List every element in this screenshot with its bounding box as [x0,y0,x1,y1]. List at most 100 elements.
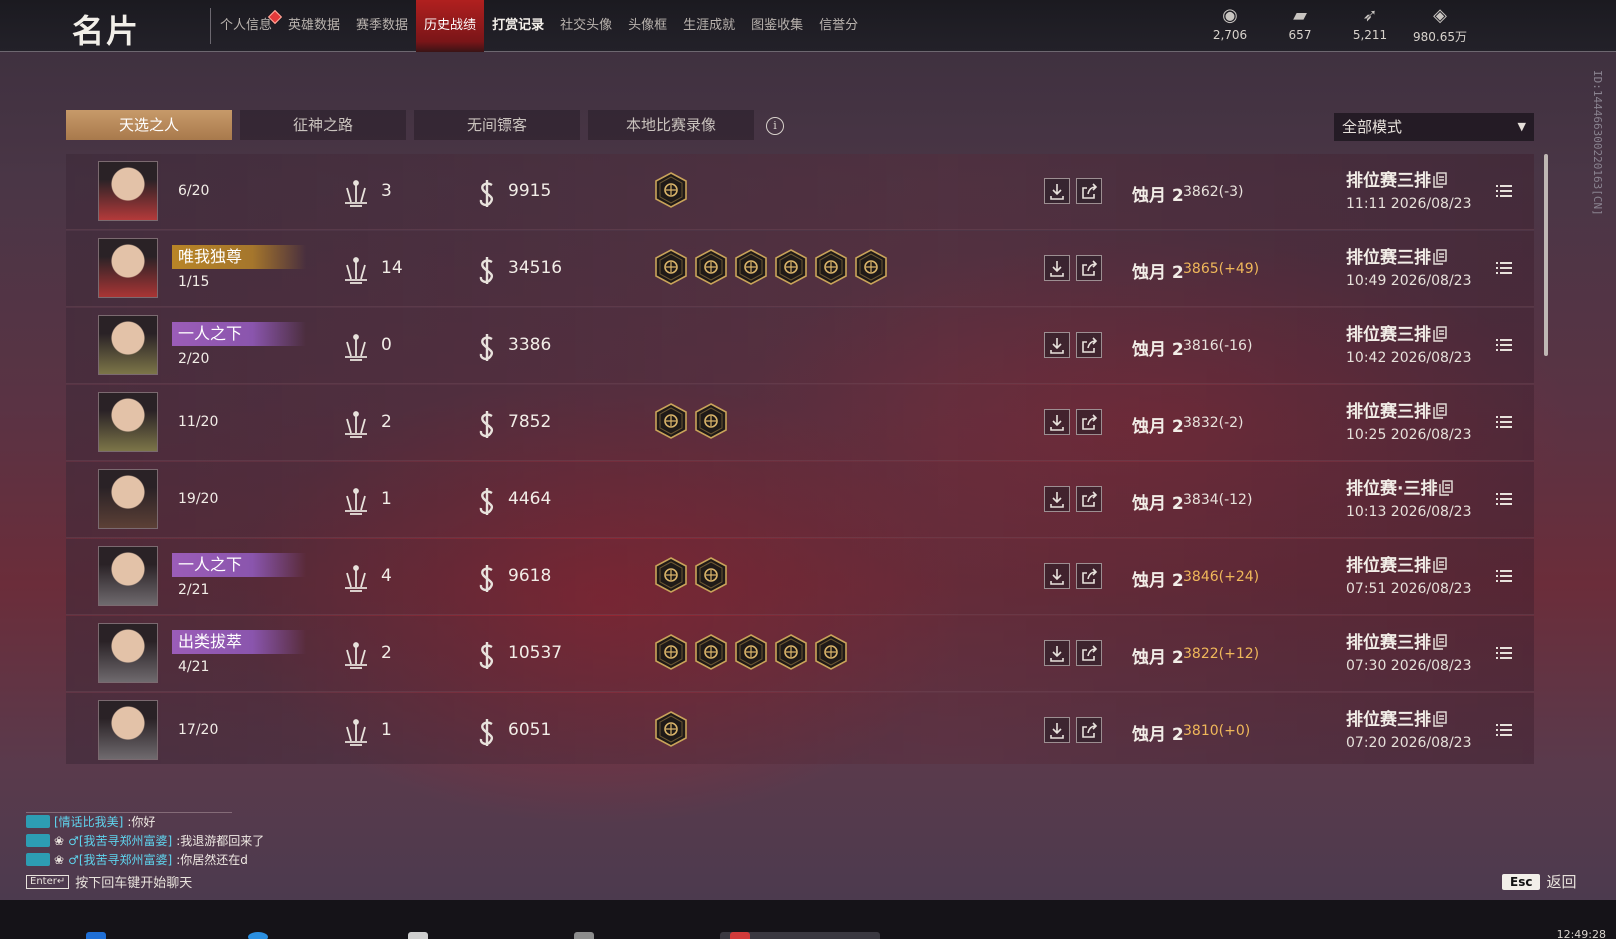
match-mode-label: 排位赛三排 [1346,171,1431,191]
copy-icon[interactable] [1433,249,1447,265]
nav-tab[interactable]: 赛季数据 [348,0,416,52]
medal-badge-icon [695,403,727,439]
nav-tab[interactable]: 信誉分 [811,0,866,52]
match-mode-label: 排位赛·三排 [1346,479,1438,499]
mode-tab[interactable]: 本地比赛录像 [588,110,754,140]
nav-tab[interactable]: 生涯成就 [675,0,743,52]
rank-score-change: 3816(-16) [1183,338,1253,354]
download-replay-button[interactable] [1044,640,1070,666]
copy-icon[interactable] [1439,480,1454,496]
chat-divider [26,812,232,813]
share-button[interactable] [1076,563,1102,589]
copy-icon[interactable] [1433,557,1447,573]
taskbar-game-icon[interactable] [730,932,750,939]
nav-tab-label: 图鉴收集 [751,18,804,33]
money-earned: 9915 [508,181,552,201]
mode-filter-select[interactable]: 全部模式 ▼ [1334,113,1534,141]
details-menu-icon[interactable] [1496,723,1512,737]
details-menu-icon[interactable] [1496,646,1512,660]
chat-sender[interactable]: ♂[我苦寻郑州富婆] [68,832,172,849]
placement-rank: 19/20 [178,491,219,507]
taskbar-app-icon[interactable] [86,932,106,939]
nav-tab[interactable]: 头像框 [620,0,675,52]
match-mode: 排位赛三排 [1346,397,1447,422]
details-menu-icon[interactable] [1496,338,1512,352]
share-button[interactable] [1076,640,1102,666]
match-row[interactable]: 出类拔萃 4/21 2 10537 蚀月 2 3822(+12) 排位赛三排 07:30 20… [66,616,1534,692]
match-row[interactable]: 唯我独尊 1/15 14 34516 蚀月 2 3865(+49) 排位赛三排 10:49 2… [66,231,1534,307]
scrollbar[interactable] [1544,154,1548,356]
share-button[interactable] [1076,717,1102,743]
download-replay-button[interactable] [1044,563,1070,589]
download-replay-button[interactable] [1044,178,1070,204]
download-replay-button[interactable] [1044,332,1070,358]
match-row[interactable]: 一人之下 2/21 4 9618 蚀月 2 3846(+24) 排位赛三排 07:51 202… [66,539,1534,615]
match-time: 10:49 2026/08/23 [1346,273,1472,289]
currency-item[interactable]: ◉ 2,706 [1204,6,1256,45]
hero-portrait [98,546,158,606]
currency-value: 2,706 [1212,28,1248,42]
download-icon [1050,415,1064,431]
details-menu-icon[interactable] [1496,569,1512,583]
share-button[interactable] [1076,486,1102,512]
match-row[interactable]: 6/20 3 9915 蚀月 2 3862(-3) 排位赛三排 11:11 2026/08/… [66,154,1534,230]
match-row[interactable]: 17/20 1 6051 蚀月 2 3810(+0) 排位赛三排 07:20 2026/08… [66,693,1534,764]
chat-hint[interactable]: Enter↵ 按下回车键开始聊天 [26,872,192,891]
match-row[interactable]: 一人之下 2/20 0 3386 蚀月 2 3816(-16) 排位赛三排 10:42 202… [66,308,1534,384]
nav-tab[interactable]: 图鉴收集 [743,0,811,52]
medal-badge-icon [855,249,887,285]
info-icon[interactable]: i [766,117,784,135]
chat-text: :我退游都回来了 [176,834,265,848]
chat-channel-icon [26,834,50,847]
currency-item[interactable]: ▰ 657 [1274,6,1326,45]
copy-icon[interactable] [1433,172,1447,188]
money-icon [479,719,494,746]
download-replay-button[interactable] [1044,255,1070,281]
details-menu-icon[interactable] [1496,415,1512,429]
copy-icon[interactable] [1433,403,1447,419]
download-replay-button[interactable] [1044,717,1070,743]
details-menu-icon[interactable] [1496,492,1512,506]
taskbar-app-icon[interactable] [408,932,428,939]
medal-badge-icon [655,249,687,285]
chat-sender[interactable]: [情话比我美] [54,813,123,830]
copy-icon[interactable] [1433,634,1447,650]
rank-tier: 蚀月 2 [1132,571,1184,591]
back-button[interactable]: Esc 返回 [1502,871,1576,892]
match-mode-label: 排位赛三排 [1346,248,1431,268]
medal-list [655,172,687,208]
mode-tab[interactable]: 天选之人 [66,110,232,140]
money-earned: 10537 [508,643,563,663]
details-menu-icon[interactable] [1496,261,1512,275]
taskbar-app-icon[interactable] [574,932,594,939]
share-button[interactable] [1076,255,1102,281]
lotus-icon: ❀ [54,833,65,848]
match-row[interactable]: 19/20 1 4464 蚀月 2 3834(-12) 排位赛·三排 10:13 2026/… [66,462,1534,538]
copy-icon[interactable] [1433,326,1447,342]
download-icon [1050,184,1064,200]
match-row[interactable]: 11/20 2 7852 蚀月 2 3832(-2) 排位赛三排 10:25 2026/08… [66,385,1534,461]
currency-item[interactable]: ➶ 5,211 [1344,6,1396,45]
nav-tab[interactable]: 社交头像 [552,0,620,52]
share-button[interactable] [1076,178,1102,204]
nav-tab[interactable]: 个人信息 [212,0,283,52]
download-replay-button[interactable] [1044,486,1070,512]
medal-badge-icon [655,557,687,593]
money-icon [479,642,494,669]
nav-tab[interactable]: 打赏记录 [484,0,552,52]
nav-tab[interactable]: 历史战绩 [416,0,485,52]
share-button[interactable] [1076,409,1102,435]
taskbar-browser-icon[interactable] [248,932,268,939]
mode-tab[interactable]: 征神之路 [240,110,406,140]
download-replay-button[interactable] [1044,409,1070,435]
back-label: 返回 [1546,873,1577,891]
mode-tab[interactable]: 无间镖客 [414,110,580,140]
gold-ticket-icon: ▰ [1293,5,1307,26]
copy-icon[interactable] [1433,711,1447,727]
kills-icon [345,180,367,207]
nav-tab[interactable]: 英雄数据 [280,0,348,52]
chat-sender[interactable]: ♂[我苦寻郑州富婆] [68,851,172,868]
share-button[interactable] [1076,332,1102,358]
details-menu-icon[interactable] [1496,184,1512,198]
currency-item[interactable]: ◈ 980.65万 [1413,6,1467,45]
